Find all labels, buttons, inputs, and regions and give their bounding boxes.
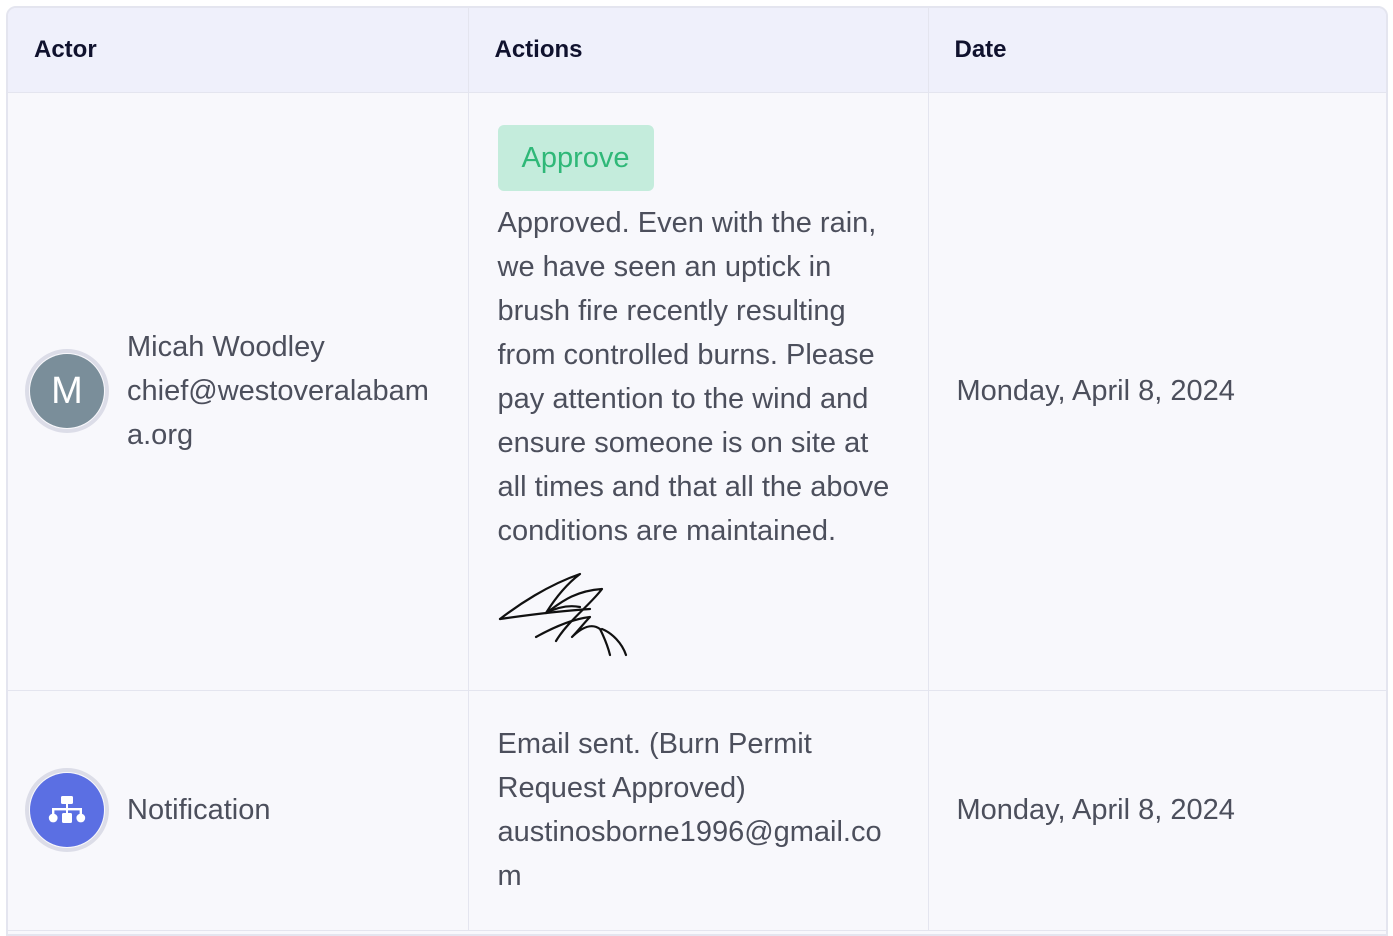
signature-image [498, 572, 627, 657]
approval-comment: Approved. Even with the rain, we have se… [497, 207, 890, 547]
table-header-row: Actor Actions Date [8, 8, 1386, 93]
avatar [25, 768, 109, 852]
actor-name: Notification [127, 794, 271, 826]
activity-table-card: Actor Actions Date M Micah Woodley chief… [6, 6, 1388, 936]
actor-name: Micah Woodley [127, 331, 325, 363]
avatar-initial: M [30, 354, 104, 428]
actor-email: chief@westoveralabama.org [127, 375, 429, 451]
action-date: Monday, April 8, 2024 [956, 375, 1235, 407]
actor-cell: Notification [8, 690, 469, 931]
action-date: Monday, April 8, 2024 [956, 794, 1235, 826]
actions-cell: Approve Approved. Even with the rain, we… [468, 92, 929, 691]
notification-message: Email sent. (Burn Permit Request Approve… [497, 728, 882, 892]
avatar: M [25, 349, 109, 433]
approve-status-badge: Approve [497, 125, 654, 191]
activity-table: Actor Actions Date M Micah Woodley chief… [8, 8, 1386, 931]
actor-cell: M Micah Woodley chief@westoveralabama.or… [8, 92, 469, 691]
column-header-date: Date [928, 8, 1386, 93]
table-row: Notification Email sent. (Burn Permit Re… [8, 690, 1386, 931]
sitemap-icon [48, 796, 86, 823]
column-header-actor: Actor [8, 8, 469, 93]
actions-cell: Email sent. (Burn Permit Request Approve… [468, 690, 929, 931]
column-header-actions: Actions [468, 8, 929, 93]
actor-details: Micah Woodley chief@westoveralabama.org [127, 325, 437, 457]
table-row: M Micah Woodley chief@westoveralabama.or… [8, 92, 1386, 691]
date-cell: Monday, April 8, 2024 [928, 92, 1386, 691]
date-cell: Monday, April 8, 2024 [928, 690, 1386, 931]
